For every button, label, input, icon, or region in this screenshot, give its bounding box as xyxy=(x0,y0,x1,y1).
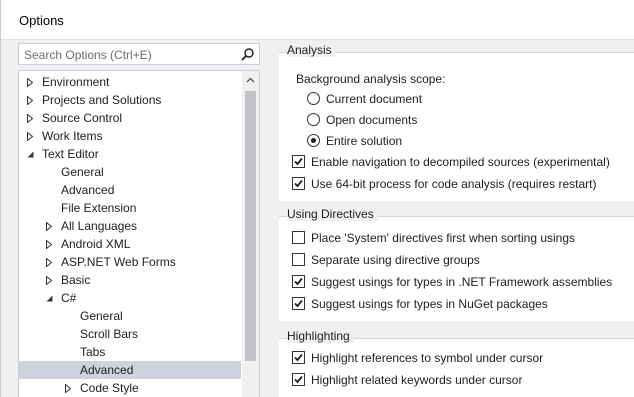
using-directives-group: Using Directives Place 'System' directiv… xyxy=(279,207,634,323)
tree-item[interactable]: C# xyxy=(19,289,241,307)
search-box[interactable] xyxy=(18,43,260,65)
radio-label: Entire solution xyxy=(326,134,403,148)
tree-item-label: Projects and Solutions xyxy=(42,93,162,107)
tree-item[interactable]: Scroll Bars xyxy=(19,325,241,343)
tree-item[interactable]: Advanced xyxy=(19,361,241,379)
triangle-right-icon[interactable] xyxy=(24,73,36,91)
tree-item-label: Basic xyxy=(61,273,91,287)
tree-item[interactable]: File Extension xyxy=(19,199,241,217)
chevron-up-icon[interactable] xyxy=(242,71,259,88)
window-title: Options xyxy=(19,13,64,28)
checkbox-label: Enable navigation to decompiled sources … xyxy=(311,155,610,169)
triangle-right-icon[interactable] xyxy=(24,127,36,145)
tree-item-label: Text Editor xyxy=(42,147,99,161)
tree-item-label: Work Items xyxy=(42,129,103,143)
options-dialog: Options Environment Projects and Solution… xyxy=(0,0,634,397)
triangle-down-icon[interactable] xyxy=(24,145,36,163)
using-directives-header: Using Directives xyxy=(287,207,378,221)
options-tree: Environment Projects and Solutions Source … xyxy=(18,70,260,397)
checkbox-checked[interactable] xyxy=(292,297,305,310)
analysis-group: Analysis Background analysis scope: Curr… xyxy=(279,43,634,203)
triangle-right-icon[interactable] xyxy=(43,217,55,235)
tree-item[interactable]: Source Control xyxy=(19,109,241,127)
tree-item-label: ASP.NET Web Forms xyxy=(61,255,176,269)
checkbox-unchecked[interactable] xyxy=(292,253,305,266)
options-navigation: Environment Projects and Solutions Source … xyxy=(18,43,260,397)
tree-item-label: C# xyxy=(61,291,77,305)
checkbox-label: Separate using directive groups xyxy=(311,253,480,267)
checkbox-label: Highlight references to symbol under cur… xyxy=(311,351,544,365)
tree-item[interactable]: ASP.NET Web Forms xyxy=(19,253,241,271)
tree-item[interactable]: All Languages xyxy=(19,217,241,235)
tree-item[interactable]: Code Style xyxy=(19,379,241,397)
triangle-right-icon[interactable] xyxy=(43,235,55,253)
tree-item-label: All Languages xyxy=(61,219,138,233)
search-input[interactable] xyxy=(22,46,236,64)
highlighting-header: Highlighting xyxy=(287,329,354,343)
highlighting-group: Highlighting Highlight references to sym… xyxy=(279,329,634,397)
tree-item-label: Environment xyxy=(42,75,110,89)
tree-item[interactable]: Basic xyxy=(19,271,241,289)
checkbox-checked[interactable] xyxy=(292,155,305,168)
checkbox-checked[interactable] xyxy=(292,275,305,288)
checkbox-label: Place 'System' directives first when sor… xyxy=(311,231,576,245)
checkbox-checked[interactable] xyxy=(292,177,305,190)
tree-item-label: Advanced xyxy=(80,363,134,377)
checkbox-checked[interactable] xyxy=(292,373,305,386)
triangle-down-icon[interactable] xyxy=(43,289,55,307)
triangle-right-icon[interactable] xyxy=(62,379,74,397)
checkbox-unchecked[interactable] xyxy=(292,231,305,244)
radio-selected[interactable] xyxy=(307,134,320,147)
tree-item[interactable]: Environment xyxy=(19,73,241,91)
scope-label: Background analysis scope: xyxy=(296,72,446,86)
tree-item-label: General xyxy=(61,165,104,179)
triangle-right-icon[interactable] xyxy=(24,109,36,127)
search-icon[interactable] xyxy=(240,47,255,62)
tree-item-label: Advanced xyxy=(61,183,115,197)
tree-item-label: Tabs xyxy=(80,345,106,359)
checkbox-label: Suggest usings for types in NuGet packag… xyxy=(311,297,548,311)
checkbox-label: Highlight related keywords under cursor xyxy=(311,373,523,387)
title-bar: Options xyxy=(1,0,634,40)
checkbox-label: Suggest usings for types in .NET Framewo… xyxy=(311,275,613,289)
tree-item[interactable]: General xyxy=(19,307,241,325)
tree-item-label: Code Style xyxy=(80,381,139,395)
radio-label: Current document xyxy=(326,92,423,106)
checkbox-label: Use 64-bit process for code analysis (re… xyxy=(311,177,597,191)
radio-unselected[interactable] xyxy=(307,92,320,105)
tree-scrollbar[interactable] xyxy=(242,71,259,397)
scroll-thumb[interactable] xyxy=(245,91,256,361)
radio-label: Open documents xyxy=(326,113,418,127)
tree-item[interactable]: Tabs xyxy=(19,343,241,361)
tree-item-label: Android XML xyxy=(61,237,131,251)
analysis-header: Analysis xyxy=(287,43,336,57)
tree-item-label: General xyxy=(80,309,123,323)
triangle-right-icon[interactable] xyxy=(43,271,55,289)
triangle-right-icon[interactable] xyxy=(24,91,36,109)
tree-item[interactable]: General xyxy=(19,163,241,181)
options-content: Analysis Background analysis scope: Curr… xyxy=(279,43,634,397)
tree-item[interactable]: Projects and Solutions xyxy=(19,91,241,109)
triangle-right-icon[interactable] xyxy=(43,253,55,271)
tree-item[interactable]: Work Items xyxy=(19,127,241,145)
tree-item-label: Scroll Bars xyxy=(80,327,139,341)
tree-item-label: Source Control xyxy=(42,111,123,125)
radio-unselected[interactable] xyxy=(307,113,320,126)
tree-item[interactable]: Advanced xyxy=(19,181,241,199)
checkbox-checked[interactable] xyxy=(292,351,305,364)
tree-item[interactable]: Text Editor xyxy=(19,145,241,163)
tree-item-label: File Extension xyxy=(61,201,137,215)
tree-item[interactable]: Android XML xyxy=(19,235,241,253)
